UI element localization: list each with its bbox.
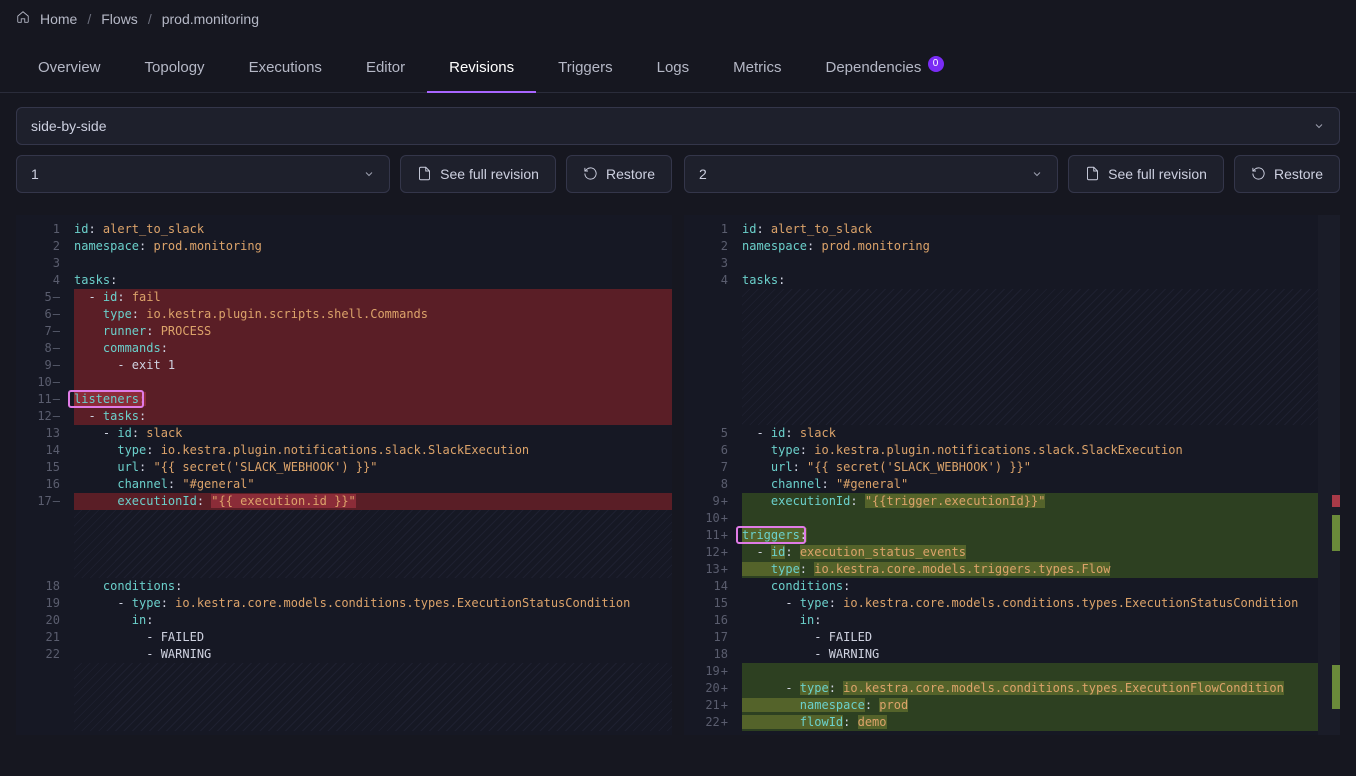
right-see-full-button[interactable]: See full revision bbox=[1068, 155, 1224, 193]
chevron-down-icon bbox=[363, 168, 375, 180]
breadcrumb-home[interactable]: Home bbox=[40, 11, 77, 27]
tab-editor[interactable]: Editor bbox=[344, 45, 427, 92]
tab-executions[interactable]: Executions bbox=[227, 45, 344, 92]
breadcrumb: Home / Flows / prod.monitoring bbox=[0, 0, 1356, 37]
left-gutter: 1234 5678910 1112 13141516 17 1819202122 bbox=[16, 215, 66, 735]
diff-mode-value: side-by-side bbox=[31, 118, 106, 134]
tab-triggers[interactable]: Triggers bbox=[536, 45, 634, 92]
right-highlight bbox=[736, 526, 806, 544]
left-code: id: alert_to_slack namespace: prod.monit… bbox=[66, 215, 672, 731]
left-highlight bbox=[68, 390, 144, 408]
tab-dependencies-label: Dependencies bbox=[826, 59, 922, 76]
right-gutter: 1234 5678 9 10 111213 1415161718 1920212… bbox=[684, 215, 734, 735]
file-icon bbox=[417, 166, 432, 181]
left-restore-label: Restore bbox=[606, 166, 655, 182]
right-controls: 2 See full revision Restore bbox=[684, 155, 1340, 193]
right-minimap[interactable] bbox=[1318, 215, 1340, 735]
right-restore-button[interactable]: Restore bbox=[1234, 155, 1340, 193]
tab-topology[interactable]: Topology bbox=[123, 45, 227, 92]
tab-logs[interactable]: Logs bbox=[635, 45, 712, 92]
left-revision-value: 1 bbox=[31, 166, 39, 182]
left-restore-button[interactable]: Restore bbox=[566, 155, 672, 193]
diff-mode-select[interactable]: side-by-side bbox=[16, 107, 1340, 145]
tab-metrics[interactable]: Metrics bbox=[711, 45, 803, 92]
chevron-down-icon bbox=[1031, 168, 1043, 180]
tabs: Overview Topology Executions Editor Revi… bbox=[0, 45, 1356, 93]
breadcrumb-flows[interactable]: Flows bbox=[101, 11, 138, 27]
left-revision-select[interactable]: 1 bbox=[16, 155, 390, 193]
right-code: id: alert_to_slack namespace: prod.monit… bbox=[734, 215, 1340, 731]
breadcrumb-separator: / bbox=[148, 11, 152, 27]
dependencies-badge: 0 bbox=[928, 56, 944, 72]
home-icon[interactable] bbox=[16, 10, 30, 27]
breadcrumb-separator: / bbox=[87, 11, 91, 27]
right-see-full-label: See full revision bbox=[1108, 166, 1207, 182]
restore-icon bbox=[583, 166, 598, 181]
right-restore-label: Restore bbox=[1274, 166, 1323, 182]
left-see-full-button[interactable]: See full revision bbox=[400, 155, 556, 193]
restore-icon bbox=[1251, 166, 1266, 181]
right-revision-select[interactable]: 2 bbox=[684, 155, 1058, 193]
file-icon bbox=[1085, 166, 1100, 181]
right-revision-value: 2 bbox=[699, 166, 707, 182]
tab-dependencies[interactable]: Dependencies 0 bbox=[804, 45, 966, 92]
tab-revisions[interactable]: Revisions bbox=[427, 45, 536, 92]
left-see-full-label: See full revision bbox=[440, 166, 539, 182]
left-controls: 1 See full revision Restore bbox=[16, 155, 672, 193]
tab-overview[interactable]: Overview bbox=[16, 45, 123, 92]
left-diff-pane[interactable]: 1234 5678910 1112 13141516 17 1819202122… bbox=[16, 215, 672, 735]
right-diff-pane[interactable]: 1234 5678 9 10 111213 1415161718 1920212… bbox=[684, 215, 1340, 735]
chevron-down-icon bbox=[1313, 120, 1325, 132]
breadcrumb-current: prod.monitoring bbox=[162, 11, 259, 27]
